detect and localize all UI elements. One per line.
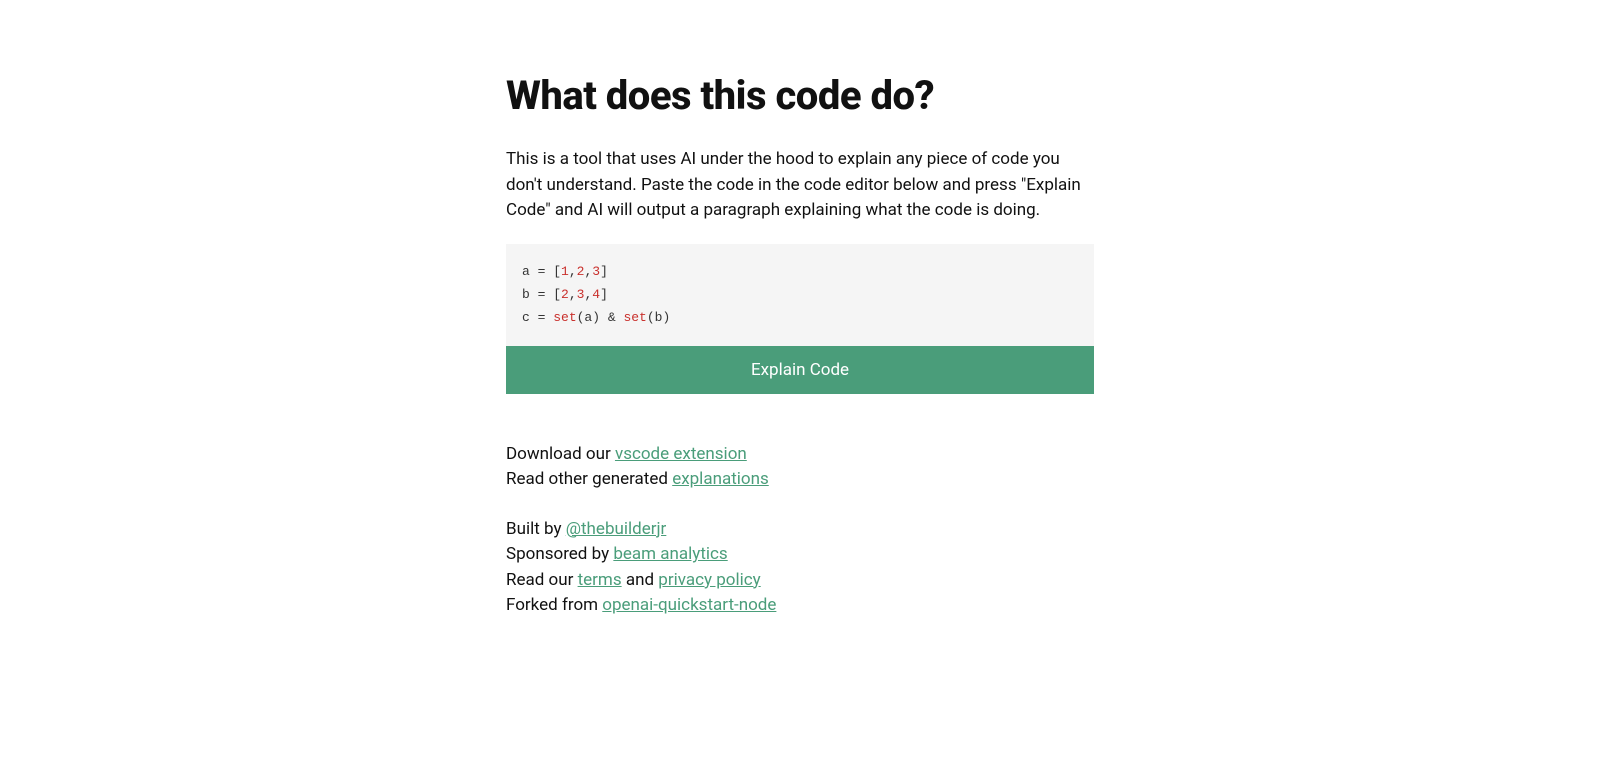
code-paren: (a) xyxy=(577,310,608,325)
forked-prefix: Forked from xyxy=(506,595,602,615)
links-section: Download our vscode extension Read other… xyxy=(506,442,1094,619)
code-op: & xyxy=(608,310,624,325)
code-num: 1 xyxy=(561,264,569,279)
read-prefix: Read other generated xyxy=(506,469,672,489)
code-bracket: [ xyxy=(553,264,561,279)
credits-group: Built by @thebuilderjr Sponsored by beam… xyxy=(506,517,1094,619)
explanations-link[interactable]: explanations xyxy=(672,469,769,489)
page-title: What does this code do? xyxy=(506,72,1094,119)
and-text: and xyxy=(622,570,659,590)
code-var: b xyxy=(522,287,538,302)
code-bracket: ] xyxy=(600,287,608,302)
download-prefix: Download our xyxy=(506,444,615,464)
code-var: a xyxy=(522,264,538,279)
sponsored-prefix: Sponsored by xyxy=(506,544,613,564)
code-num: 4 xyxy=(592,287,600,302)
read-line: Read other generated explanations xyxy=(506,467,1094,493)
description-text: This is a tool that uses AI under the ho… xyxy=(506,147,1094,224)
builder-link[interactable]: @thebuilderjr xyxy=(566,519,667,539)
read-our-prefix: Read our xyxy=(506,570,578,590)
forked-line: Forked from openai-quickstart-node xyxy=(506,593,1094,619)
code-num: 2 xyxy=(561,287,569,302)
beam-analytics-link[interactable]: beam analytics xyxy=(613,544,727,564)
terms-link[interactable]: terms xyxy=(578,570,622,590)
code-bracket: [ xyxy=(553,287,561,302)
code-op: = xyxy=(538,287,554,302)
code-op: = xyxy=(538,264,554,279)
download-line: Download our vscode extension xyxy=(506,442,1094,468)
openai-link[interactable]: openai-quickstart-node xyxy=(602,595,776,615)
main-container: What does this code do? This is a tool t… xyxy=(506,0,1094,619)
vscode-extension-link[interactable]: vscode extension xyxy=(615,444,747,464)
code-bracket: ] xyxy=(600,264,608,279)
code-func: set xyxy=(553,310,576,325)
code-num: 3 xyxy=(592,264,600,279)
code-func: set xyxy=(623,310,646,325)
code-comma: , xyxy=(569,264,577,279)
code-op: = xyxy=(538,310,554,325)
code-var: c xyxy=(522,310,538,325)
built-prefix: Built by xyxy=(506,519,566,539)
explain-code-button[interactable]: Explain Code xyxy=(506,346,1094,394)
privacy-policy-link[interactable]: privacy policy xyxy=(658,570,760,590)
terms-line: Read our terms and privacy policy xyxy=(506,568,1094,594)
built-line: Built by @thebuilderjr xyxy=(506,517,1094,543)
sponsored-line: Sponsored by beam analytics xyxy=(506,542,1094,568)
code-comma: , xyxy=(569,287,577,302)
code-editor[interactable]: a = [1,2,3] b = [2,3,4] c = set(a) & set… xyxy=(506,244,1094,346)
code-paren: (b) xyxy=(647,310,670,325)
